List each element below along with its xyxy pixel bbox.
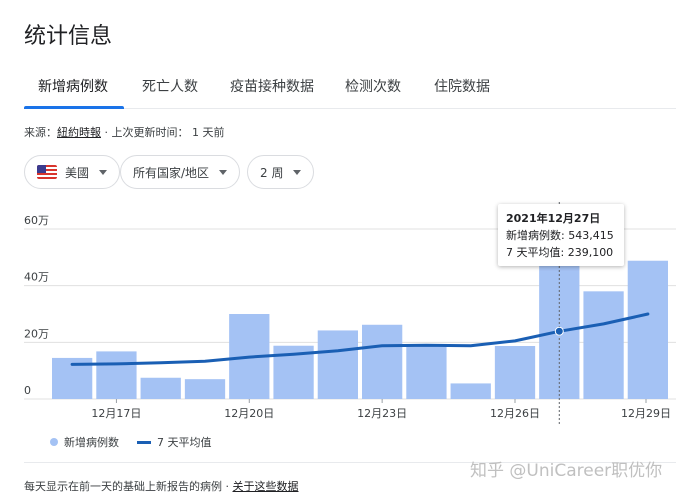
caret-down-icon	[293, 169, 302, 175]
scope-label: 所有国家/地区	[133, 165, 210, 180]
footer-text: 每天显示在前一天的基础上新报告的病例	[24, 480, 222, 493]
period-dropdown[interactable]: 2 周	[247, 155, 315, 189]
us-flag-icon	[37, 165, 57, 179]
x-tick-label: 12月20日	[224, 407, 274, 420]
tab-deaths[interactable]: 死亡人数	[142, 76, 198, 96]
case-bar	[450, 383, 491, 399]
y-tick-label: 20万	[24, 327, 49, 340]
caret-down-icon	[99, 169, 108, 175]
case-bar	[140, 377, 181, 399]
chart-tooltip: 2021年12月27日 新增病例数: 543,415 7 天平均值: 239,1…	[498, 204, 624, 266]
watermark: 知乎 @UniCareer职优你	[470, 461, 663, 481]
y-tick-label: 0	[24, 384, 31, 397]
page-title: 统计信息	[24, 24, 113, 49]
x-tick-label: 12月23日	[357, 407, 407, 420]
y-tick-label: 40万	[24, 271, 49, 284]
region-label: 美國	[65, 165, 90, 180]
x-tick-label: 12月29日	[621, 407, 671, 420]
line-legend-swatch	[137, 440, 151, 444]
case-bar	[362, 324, 403, 399]
about-data-link[interactable]: 关于这些数据	[233, 480, 299, 493]
tab-tests[interactable]: 检测次数	[345, 76, 401, 96]
caret-down-icon	[219, 169, 228, 175]
chart-legend: 新增病例数 7 天平均值	[50, 434, 212, 450]
case-bar	[627, 260, 668, 399]
source-link[interactable]: 紐約時報	[57, 126, 101, 139]
highlight-point	[554, 326, 564, 336]
tab-hospitalizations[interactable]: 住院数据	[434, 76, 490, 96]
legend-line-label: 7 天平均值	[157, 436, 212, 449]
case-bar	[406, 345, 447, 399]
case-bar	[583, 291, 624, 399]
active-tab-indicator	[24, 106, 124, 109]
tooltip-cases: 新增病例数: 543,415	[506, 229, 614, 242]
bar-legend-swatch	[50, 438, 58, 446]
case-bar	[494, 346, 536, 399]
source-line: 来源：紐約時報 · 上次更新时间： 1 天前	[24, 124, 224, 140]
legend-bars-label: 新增病例数	[64, 436, 119, 449]
footer-sep: ·	[222, 480, 233, 493]
y-tick-label: 60万	[24, 214, 49, 227]
case-bar	[317, 330, 358, 399]
case-bar	[96, 351, 137, 399]
tab-new-cases[interactable]: 新增病例数	[38, 76, 108, 96]
tooltip-date: 2021年12月27日	[506, 212, 601, 225]
scope-dropdown[interactable]: 所有国家/地区	[120, 155, 241, 189]
tooltip-average: 7 天平均值: 239,100	[506, 246, 614, 259]
tab-vaccinations[interactable]: 疫苗接种数据	[230, 76, 314, 96]
x-tick-label: 12月17日	[91, 407, 141, 420]
source-prefix: 来源：	[24, 126, 57, 139]
x-tick-label: 12月26日	[490, 407, 540, 420]
case-bar	[184, 379, 226, 399]
period-label: 2 周	[260, 165, 284, 180]
stats-tabs: 新增病例数 死亡人数 疫苗接种数据 检测次数 住院数据	[24, 66, 676, 109]
update-time: · 上次更新时间： 1 天前	[101, 126, 225, 139]
footer-note: 每天显示在前一天的基础上新报告的病例 · 关于这些数据	[24, 478, 299, 494]
region-dropdown[interactable]: 美國	[24, 155, 121, 189]
